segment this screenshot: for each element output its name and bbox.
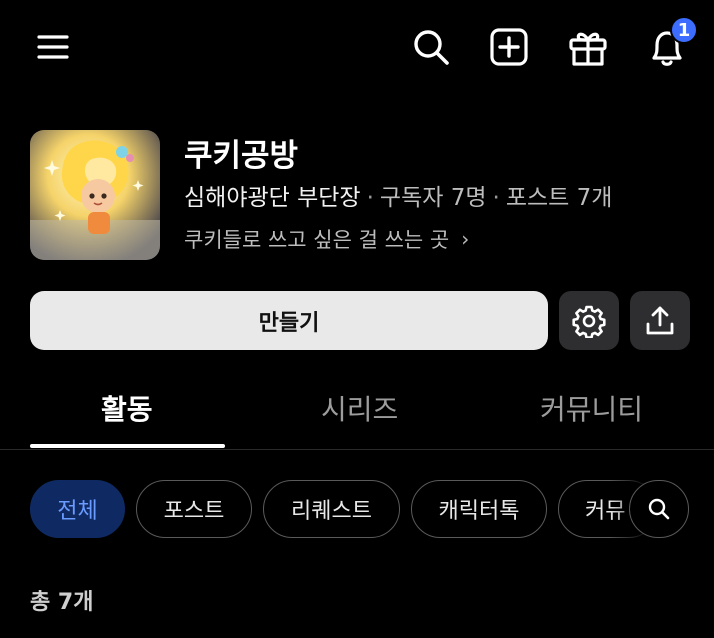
cookie-character-image <box>30 130 160 260</box>
creator-page: 1 쿠키공방 심해야광단 부단장 · 구독자 7명 · 포스트 7개 쿠키들로 … <box>0 0 714 638</box>
add-post-icon <box>490 28 528 66</box>
chip-post[interactable]: 포스트 <box>136 480 252 538</box>
chip-search-button[interactable] <box>629 480 689 538</box>
tab-divider <box>0 449 714 450</box>
search-icon <box>414 30 449 65</box>
tab-community[interactable]: 커뮤니티 <box>540 388 643 428</box>
tab-activity[interactable]: 활동 <box>101 388 153 428</box>
profile-description: 쿠키들로 쓰고 싶은 걸 쓰는 곳 <box>184 228 450 252</box>
menu-button[interactable] <box>30 24 76 70</box>
share-button[interactable] <box>630 291 690 350</box>
profile-description-link[interactable]: 쿠키들로 쓰고 싶은 걸 쓰는 곳 › <box>184 224 469 254</box>
chip-character-talk[interactable]: 캐릭터톡 <box>411 480 547 538</box>
subscriber-count: 구독자 7명 <box>379 185 487 211</box>
menu-icon <box>37 35 69 59</box>
meta-separator: · <box>492 185 500 211</box>
post-count: 포스트 7개 <box>505 185 613 211</box>
chip-all[interactable]: 전체 <box>30 480 125 538</box>
page-title: 쿠키공방 <box>184 138 299 174</box>
search-button[interactable] <box>408 24 454 70</box>
search-icon <box>648 498 670 520</box>
gift-icon <box>569 32 607 66</box>
active-tab-indicator <box>30 444 225 448</box>
gift-button[interactable] <box>564 24 612 72</box>
chip-request[interactable]: 리퀘스트 <box>263 480 400 538</box>
settings-button[interactable] <box>559 291 619 350</box>
chevron-right-icon: › <box>461 227 470 251</box>
tab-series[interactable]: 시리즈 <box>321 388 398 428</box>
create-button[interactable]: 만들기 <box>30 291 548 350</box>
avatar[interactable] <box>30 130 160 260</box>
gear-icon <box>572 305 606 338</box>
add-post-button[interactable] <box>486 24 532 70</box>
profile-meta: 심해야광단 부단장 · 구독자 7명 · 포스트 7개 <box>184 178 612 212</box>
notification-count-badge: 1 <box>670 16 698 44</box>
filter-chips: 전체 포스트 리퀘스트 캐릭터톡 커뮤 <box>0 478 714 540</box>
meta-separator: · <box>366 185 374 211</box>
total-count: 총 7개 <box>30 590 94 615</box>
owner-name[interactable]: 심해야광단 부단장 <box>184 185 361 211</box>
top-bar: 1 <box>0 0 714 96</box>
tab-bar: 활동 시리즈 커뮤니티 <box>0 370 714 450</box>
share-icon <box>646 306 674 334</box>
